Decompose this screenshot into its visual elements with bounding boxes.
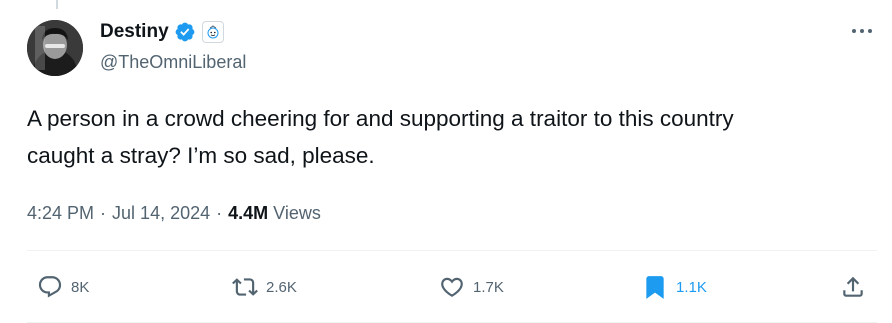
reply-button[interactable]: 8K	[35, 271, 89, 303]
like-icon	[437, 272, 467, 302]
like-button[interactable]: 1.7K	[437, 271, 504, 303]
share-button[interactable]	[838, 271, 868, 303]
tweet-detail: Destiny @TheOmniLiberal A person in a cr…	[0, 0, 892, 323]
like-count: 1.7K	[473, 278, 504, 296]
repost-button[interactable]: 2.6K	[230, 271, 297, 303]
author-name-row: Destiny	[100, 19, 224, 45]
views-count: 4.4M	[228, 202, 269, 223]
bookmark-button[interactable]: 1.1K	[640, 271, 707, 303]
bookmark-count: 1.1K	[676, 278, 707, 296]
meta-separator: ·	[216, 202, 223, 223]
reply-icon	[35, 272, 65, 302]
reply-count: 8K	[71, 278, 90, 296]
author-display-name[interactable]: Destiny	[100, 20, 169, 44]
verified-badge-icon[interactable]	[174, 21, 196, 43]
avatar[interactable]	[27, 20, 83, 76]
tweet-date[interactable]: Jul 14, 2024	[112, 203, 210, 224]
repost-icon	[230, 272, 260, 302]
views-label: Views	[273, 202, 321, 223]
tweet-time[interactable]: 4:24 PM	[27, 203, 94, 224]
divider	[27, 250, 877, 251]
repost-count: 2.6K	[266, 278, 297, 296]
meta-separator: ·	[100, 202, 107, 223]
more-options-button[interactable]	[848, 20, 876, 42]
more-options-icon	[852, 29, 872, 33]
bookmark-icon	[640, 272, 670, 302]
avatar-photo-icon	[27, 20, 83, 76]
thread-connector-line	[56, 0, 58, 9]
tweet-metadata: 4:24 PM · Jul 14, 2024 · 4.4M Views	[27, 199, 321, 227]
share-icon	[838, 272, 868, 302]
author-handle[interactable]: @TheOmniLiberal	[100, 50, 246, 74]
tweet-text: A person in a crowd cheering for and sup…	[27, 106, 734, 168]
affiliate-badge-icon[interactable]	[201, 21, 224, 43]
